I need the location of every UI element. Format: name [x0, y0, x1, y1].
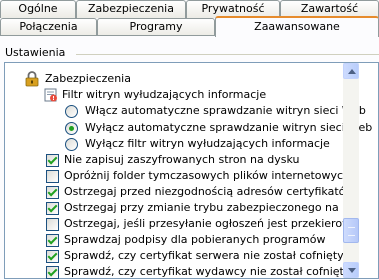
check-no-save-encrypted[interactable]: Nie zapisuj zaszyfrowanych stron na dysk… [46, 152, 343, 168]
tab-general[interactable]: Ogólne [0, 0, 76, 18]
checkbox[interactable] [46, 170, 59, 183]
check-publisher-cert-revocation[interactable]: Sprawdź, czy certyfikat wydawcy nie zost… [46, 264, 343, 280]
radio-button[interactable] [65, 138, 78, 151]
checkbox[interactable] [46, 218, 59, 231]
checkbox-label: Ostrzegaj przed niezgodnością adresów ce… [64, 185, 343, 198]
radio-label: Wyłącz filtr witryn wyłudzających inform… [85, 137, 330, 150]
phishing-filter-icon [44, 88, 58, 102]
checkbox[interactable] [46, 250, 59, 263]
check-server-cert-revocation[interactable]: Sprawdź, czy certyfikat serwera nie zost… [46, 248, 343, 264]
scroll-down-button[interactable] [343, 262, 359, 278]
group-divider [76, 54, 379, 55]
lock-icon [25, 71, 39, 87]
checkbox-label: Sprawdzaj podpisy dla pobieranych progra… [64, 233, 326, 246]
tab-advanced[interactable]: Zaawansowane [215, 16, 379, 37]
checkbox[interactable] [46, 154, 59, 167]
grip-icon [348, 227, 355, 236]
check-verify-download-signatures[interactable]: Sprawdzaj podpisy dla pobieranych progra… [46, 232, 343, 248]
arrow-down-icon [348, 268, 356, 273]
checkbox[interactable] [46, 186, 59, 199]
radio-button[interactable] [65, 122, 78, 135]
scroll-thumb[interactable] [343, 218, 359, 243]
radio-disable-auto-check[interactable]: Wyłącz automatyczne sprawdzanie witryn s… [65, 120, 372, 136]
arrow-up-icon [348, 69, 356, 74]
security-category: Zabezpieczenia [25, 71, 345, 87]
checkbox-label: Opróżnij folder tymczasowych plików inte… [64, 169, 343, 182]
check-warn-secure-mode-change[interactable]: Ostrzegaj przy zmianie trybu zabezpieczo… [46, 200, 343, 216]
checkbox[interactable] [46, 202, 59, 215]
radio-label: Włącz automatyczne sprawdzanie witryn si… [85, 104, 366, 117]
check-empty-temp-folder[interactable]: Opróżnij folder tymczasowych plików inte… [46, 168, 343, 184]
radio-button[interactable] [65, 105, 78, 118]
checkbox[interactable] [46, 266, 59, 279]
vertical-scrollbar[interactable] [343, 63, 359, 278]
settings-group-label: Ustawienia [5, 46, 66, 59]
check-warn-post-redirect[interactable]: Ostrzegaj, jeśli przesyłanie ogłoszeń je… [46, 216, 343, 232]
checkbox-label: Nie zapisuj zaszyfrowanych stron na dysk… [64, 153, 300, 166]
checkbox-label: Sprawdź, czy certyfikat wydawcy nie zost… [64, 265, 343, 278]
tab-programs[interactable]: Programy [97, 18, 215, 36]
radio-disable-filter[interactable]: Wyłącz filtr witryn wyłudzających inform… [65, 136, 345, 152]
security-category-label: Zabezpieczenia [45, 72, 131, 85]
phishing-filter-category: Filtr witryn wyłudzających informacje [44, 87, 344, 103]
radio-label: Wyłącz automatyczne sprawdzanie witryn s… [85, 121, 373, 134]
check-warn-cert-mismatch[interactable]: Ostrzegaj przed niezgodnością adresów ce… [46, 184, 343, 200]
phishing-filter-label: Filtr witryn wyłudzających informacje [62, 88, 267, 101]
tab-security[interactable]: Zabezpieczenia [76, 0, 186, 18]
checkbox-label: Ostrzegaj przy zmianie trybu zabezpieczo… [64, 201, 343, 214]
radio-enable-auto-check[interactable]: Włącz automatyczne sprawdzanie witryn si… [65, 103, 366, 119]
checkbox[interactable] [46, 234, 59, 247]
checkbox-label: Sprawdź, czy certyfikat serwera nie zost… [64, 249, 343, 262]
scroll-up-button[interactable] [343, 63, 359, 79]
checkbox-label: Ostrzegaj, jeśli przesyłanie ogłoszeń je… [64, 217, 343, 230]
tab-connections[interactable]: Połączenia [0, 18, 97, 36]
